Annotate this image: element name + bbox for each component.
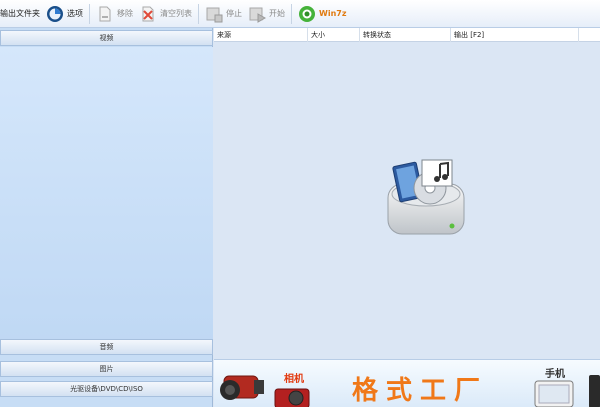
column-source[interactable]: 来源 xyxy=(214,28,308,42)
remove-label: 移除 xyxy=(117,9,133,18)
tablet-icon xyxy=(588,374,600,407)
toolbar: 输出文件夹 选项 移除 清空列表 停止 开始 Win7z xyxy=(0,0,600,28)
stop-label: 停止 xyxy=(226,9,242,18)
column-status-label: 转换状态 xyxy=(363,31,391,39)
clear-list-icon xyxy=(139,5,157,23)
category-label: 音频 xyxy=(99,343,114,351)
stop-button[interactable]: 停止 xyxy=(202,2,245,26)
options-icon xyxy=(46,5,64,23)
file-list-header: 来源 大小 转换状态 输出 [F2] xyxy=(214,28,600,42)
category-label: 视频 xyxy=(99,34,114,42)
clear-list-button[interactable]: 清空列表 xyxy=(136,2,195,26)
category-audio[interactable]: 音频 xyxy=(0,339,213,355)
options-button[interactable]: 选项 xyxy=(43,2,86,26)
win7z-label: Win7z xyxy=(319,9,347,18)
promo-banner: 相机 格式工厂 手机 xyxy=(214,359,600,407)
column-status[interactable]: 转换状态 xyxy=(360,28,451,42)
column-output-label: 输出 [F2] xyxy=(454,31,485,39)
camera-label: 相机 xyxy=(284,374,304,385)
format-factory-logo-icon xyxy=(382,158,470,238)
phone-icon xyxy=(534,380,574,407)
camcorder-icon xyxy=(218,368,268,407)
start-icon xyxy=(248,5,267,23)
toolbar-divider xyxy=(198,3,199,24)
start-label: 开始 xyxy=(269,9,285,18)
options-label: 选项 xyxy=(67,9,83,18)
category-video[interactable]: 视频 xyxy=(0,30,213,46)
column-source-label: 来源 xyxy=(217,31,231,39)
category-label: 图片 xyxy=(99,365,114,373)
toolbar-divider xyxy=(291,3,292,24)
stop-icon xyxy=(205,5,223,23)
column-output[interactable]: 输出 [F2] xyxy=(451,28,579,42)
camera-icon xyxy=(274,386,310,407)
start-button[interactable]: 开始 xyxy=(245,2,288,26)
phone-label: 手机 xyxy=(545,369,565,380)
format-factory-brand-text: 格式工厂 xyxy=(352,376,489,406)
category-picture[interactable]: 图片 xyxy=(0,361,213,377)
category-disc-device[interactable]: 光驱设备\DVD\CD\ISO xyxy=(0,381,213,397)
output-folder-label: 输出文件夹 xyxy=(0,9,40,18)
remove-document-icon xyxy=(96,5,114,23)
category-video-content xyxy=(0,47,213,347)
column-size[interactable]: 大小 xyxy=(308,28,360,42)
win7z-icon xyxy=(298,5,316,23)
clear-list-label: 清空列表 xyxy=(160,9,192,18)
file-list-area[interactable]: 来源 大小 转换状态 输出 [F2] xyxy=(214,28,600,359)
category-label: 光驱设备\DVD\CD\ISO xyxy=(70,385,143,393)
category-panel: 视频 音频 图片 光驱设备\DVD\CD\ISO xyxy=(0,28,213,407)
toolbar-divider xyxy=(89,3,90,24)
remove-button[interactable]: 移除 xyxy=(93,2,136,26)
output-folder-button[interactable]: 输出文件夹 xyxy=(0,2,43,26)
column-size-label: 大小 xyxy=(311,31,325,39)
win7z-button[interactable]: Win7z xyxy=(295,2,349,26)
